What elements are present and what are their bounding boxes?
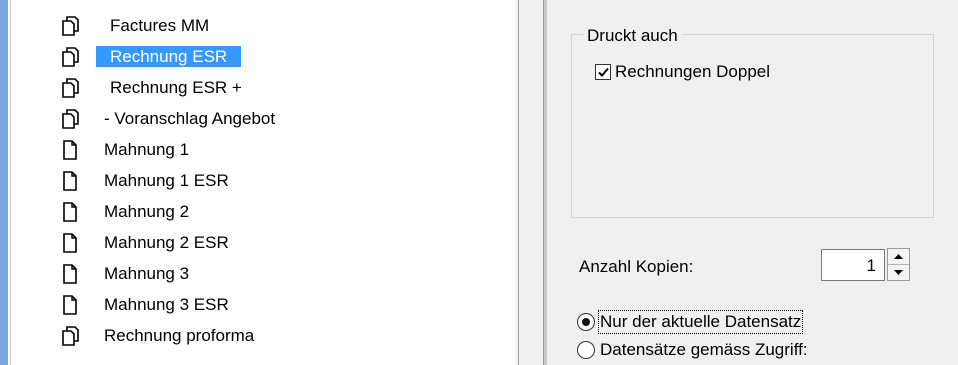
list-item[interactable]: Factures MM	[11, 10, 516, 41]
list-item[interactable]: Mahnung 1	[11, 134, 516, 165]
multi-document-icon	[59, 15, 81, 37]
radio-current-record[interactable]	[577, 313, 595, 331]
triangle-up-icon	[894, 254, 903, 259]
duplicate-invoice-checkbox[interactable]	[595, 64, 611, 80]
list-item-label: Mahnung 3 ESR	[104, 295, 229, 314]
list-item[interactable]: Rechnung ESR	[11, 41, 516, 72]
duplicate-invoice-label: Rechnungen Doppel	[615, 62, 771, 81]
list-item[interactable]: Mahnung 3	[11, 258, 516, 289]
document-icon	[59, 263, 81, 285]
also-prints-title: Druckt auch	[583, 27, 682, 45]
list-item[interactable]: Mahnung 2 ESR	[11, 227, 516, 258]
list-item[interactable]: Rechnung proforma	[11, 320, 516, 351]
list-item-label: - Voranschlag Angebot	[104, 109, 276, 128]
copies-spinner	[887, 248, 910, 281]
list-item-label: Rechnung ESR +	[110, 78, 242, 97]
list-item-label: Mahnung 1 ESR	[104, 171, 229, 190]
list-item[interactable]: - Voranschlag Angebot	[11, 103, 516, 134]
list-item[interactable]: Mahnung 2	[11, 196, 516, 227]
radio-access-records-label: Datensätze gemäss Zugriff:	[600, 340, 808, 359]
spin-down-button[interactable]	[888, 265, 909, 280]
list-item[interactable]: Rechnung ESR +	[11, 72, 516, 103]
copies-label: Anzahl Kopien:	[579, 257, 694, 276]
multi-document-icon	[59, 46, 81, 68]
panel-gap	[519, 0, 543, 365]
duplicate-invoice-checkbox-row[interactable]: Rechnungen Doppel	[595, 61, 770, 83]
triangle-down-icon	[894, 270, 903, 275]
multi-document-icon	[59, 108, 81, 130]
window-left-accent	[0, 0, 8, 365]
multi-document-icon	[59, 325, 81, 347]
list-item-label: Rechnung ESR	[96, 46, 242, 67]
document-icon	[59, 170, 81, 192]
report-list[interactable]: Factures MM Rechnung ESR Rechnung ESR + - V…	[11, 0, 516, 365]
list-item-label: Mahnung 3	[104, 264, 190, 283]
radio-access-records[interactable]	[577, 341, 595, 359]
list-item[interactable]: Mahnung 1 ESR	[11, 165, 516, 196]
checkmark-icon	[598, 67, 609, 77]
radio-access-records-row[interactable]: Datensätze gemäss Zugriff:	[577, 338, 808, 362]
spin-up-button[interactable]	[888, 249, 909, 265]
list-item-label: Mahnung 2	[104, 202, 190, 221]
list-item-label: Rechnung proforma	[104, 326, 255, 345]
list-item-label: Mahnung 2 ESR	[104, 233, 229, 252]
copies-input-box[interactable]	[821, 249, 885, 281]
list-item[interactable]: Mahnung 3 ESR	[11, 289, 516, 320]
radio-current-record-label: Nur der aktuelle Datensatz	[597, 310, 804, 334]
copies-input[interactable]	[826, 251, 878, 281]
document-icon	[59, 201, 81, 223]
list-item-label: Factures MM	[110, 16, 210, 35]
list-item-label: Mahnung 1	[104, 140, 190, 159]
document-icon	[59, 294, 81, 316]
document-icon	[59, 139, 81, 161]
document-icon	[59, 232, 81, 254]
multi-document-icon	[59, 77, 81, 99]
print-options-panel: Druckt auch Rechnungen Doppel Anzahl Kop…	[547, 0, 958, 365]
radio-current-record-row[interactable]: Nur der aktuelle Datensatz	[577, 310, 804, 334]
